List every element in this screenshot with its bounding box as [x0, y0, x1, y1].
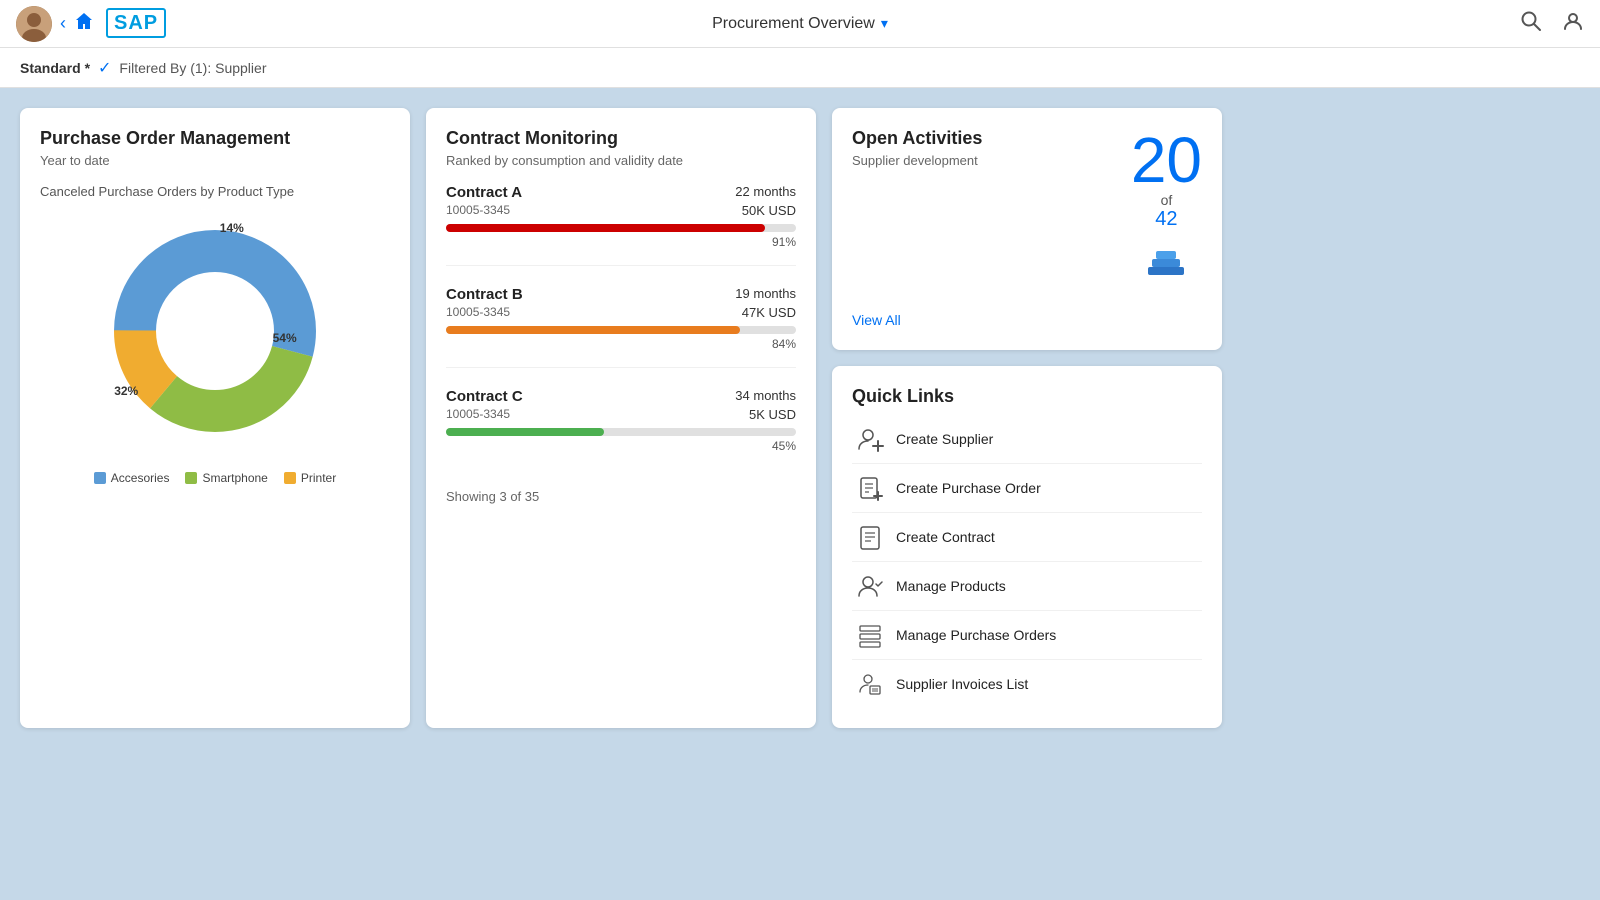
contract-b-name: Contract B	[446, 286, 523, 303]
ql-create-po[interactable]: Create Purchase Order	[852, 464, 1202, 513]
view-all-link[interactable]: View All	[852, 312, 901, 328]
contract-a-progress	[446, 224, 796, 232]
create-contract-icon	[856, 523, 884, 551]
standard-label[interactable]: Standard *	[20, 60, 90, 76]
contract-c-progress	[446, 428, 796, 436]
legend-label-accessories: Accesories	[111, 471, 170, 485]
manage-products-icon	[856, 572, 884, 600]
top-right-icons	[1520, 10, 1584, 38]
page-title: Procurement Overview ▾	[712, 15, 888, 33]
legend-printer: Printer	[284, 471, 336, 485]
sap-logo: SAP	[106, 12, 166, 35]
create-supplier-icon	[856, 425, 884, 453]
legend-label-smartphone: Smartphone	[202, 471, 267, 485]
title-dropdown-icon[interactable]: ▾	[881, 15, 888, 32]
open-activities-card: Open Activities Supplier development 20 …	[832, 108, 1222, 350]
contract-a-months: 22 months	[735, 184, 796, 201]
ql-manage-products-label: Manage Products	[896, 578, 1006, 594]
ql-manage-po[interactable]: Manage Purchase Orders	[852, 611, 1202, 660]
user-avatar[interactable]	[16, 6, 52, 42]
ql-supplier-invoices[interactable]: Supplier Invoices List	[852, 660, 1202, 708]
contract-monitoring-card: Contract Monitoring Ranked by consumptio…	[426, 108, 816, 728]
user-settings-icon[interactable]	[1562, 10, 1584, 38]
contract-a-bar	[446, 224, 765, 232]
legend-smartphone: Smartphone	[185, 471, 267, 485]
contract-a-id: 10005-3345	[446, 203, 510, 218]
oa-left: Open Activities Supplier development	[852, 128, 982, 184]
legend-dot-smartphone	[185, 472, 197, 484]
legend-accessories: Accesories	[94, 471, 170, 485]
ql-create-po-label: Create Purchase Order	[896, 480, 1041, 496]
contracts-list: Contract A 22 months 10005-3345 50K USD …	[446, 184, 796, 469]
contract-b-amount: 47K USD	[742, 305, 796, 320]
quick-links-card: Quick Links Create Supplier	[832, 366, 1222, 728]
create-po-icon	[856, 474, 884, 502]
contract-c-amount: 5K USD	[749, 407, 796, 422]
ql-manage-products[interactable]: Manage Products	[852, 562, 1202, 611]
filter-bar: Standard * ✓ Filtered By (1): Supplier	[0, 48, 1600, 88]
contract-b-months: 19 months	[735, 286, 796, 303]
oa-title: Open Activities	[852, 128, 982, 149]
contract-a-name: Contract A	[446, 184, 522, 201]
home-button[interactable]	[74, 11, 94, 36]
chart-title: Canceled Purchase Orders by Product Type	[40, 184, 390, 199]
search-icon[interactable]	[1520, 10, 1542, 38]
main-content: Purchase Order Management Year to date C…	[0, 88, 1600, 748]
right-column: Open Activities Supplier development 20 …	[832, 108, 1222, 728]
oa-stack-icon	[1142, 243, 1190, 296]
contract-b-item[interactable]: Contract B 19 months 10005-3345 47K USD …	[446, 286, 796, 368]
back-button[interactable]: ‹	[60, 13, 66, 34]
cm-card-subtitle: Ranked by consumption and validity date	[446, 153, 796, 168]
legend-dot-accessories	[94, 472, 106, 484]
filter-text: Filtered By (1): Supplier	[119, 60, 266, 76]
donut-chart: 14% 54% 32%	[95, 211, 335, 451]
contract-c-months: 34 months	[735, 388, 796, 405]
po-card-subtitle: Year to date	[40, 153, 390, 168]
contract-a-item[interactable]: Contract A 22 months 10005-3345 50K USD …	[446, 184, 796, 266]
supplier-invoices-icon	[856, 670, 884, 698]
chart-legend: Accesories Smartphone Printer	[40, 471, 390, 485]
ql-create-contract[interactable]: Create Contract	[852, 513, 1202, 562]
ql-create-contract-label: Create Contract	[896, 529, 995, 545]
page-title-text: Procurement Overview	[712, 15, 875, 33]
contract-c-pct: 45%	[446, 439, 796, 453]
oa-top: Open Activities Supplier development 20 …	[852, 128, 1202, 296]
contract-b-pct: 84%	[446, 337, 796, 351]
contract-b-progress	[446, 326, 796, 334]
purchase-order-card: Purchase Order Management Year to date C…	[20, 108, 410, 728]
cm-card-title: Contract Monitoring	[446, 128, 796, 149]
contract-a-pct: 91%	[446, 235, 796, 249]
ql-create-supplier[interactable]: Create Supplier	[852, 415, 1202, 464]
check-icon: ✓	[98, 58, 111, 78]
legend-label-printer: Printer	[301, 471, 336, 485]
contract-c-name: Contract C	[446, 388, 523, 405]
contract-b-bar	[446, 326, 740, 334]
po-card-title: Purchase Order Management	[40, 128, 390, 149]
contract-a-amount: 50K USD	[742, 203, 796, 218]
showing-text: Showing 3 of 35	[446, 489, 796, 504]
contract-b-id: 10005-3345	[446, 305, 510, 320]
legend-dot-printer	[284, 472, 296, 484]
manage-po-icon	[856, 621, 884, 649]
top-navigation: ‹ SAP Procurement Overview ▾	[0, 0, 1600, 48]
oa-right: 20 of 42	[1131, 128, 1202, 296]
contract-c-bar	[446, 428, 604, 436]
contract-c-item[interactable]: Contract C 34 months 10005-3345 5K USD 4…	[446, 388, 796, 469]
ql-title: Quick Links	[852, 386, 1202, 407]
ql-manage-po-label: Manage Purchase Orders	[896, 627, 1056, 643]
contract-c-id: 10005-3345	[446, 407, 510, 422]
ql-create-supplier-label: Create Supplier	[896, 431, 993, 447]
oa-of-label: of	[1161, 192, 1173, 208]
oa-subtitle: Supplier development	[852, 153, 982, 168]
ql-supplier-invoices-label: Supplier Invoices List	[896, 676, 1028, 692]
oa-total: 42	[1155, 208, 1177, 231]
oa-count: 20	[1131, 128, 1202, 192]
